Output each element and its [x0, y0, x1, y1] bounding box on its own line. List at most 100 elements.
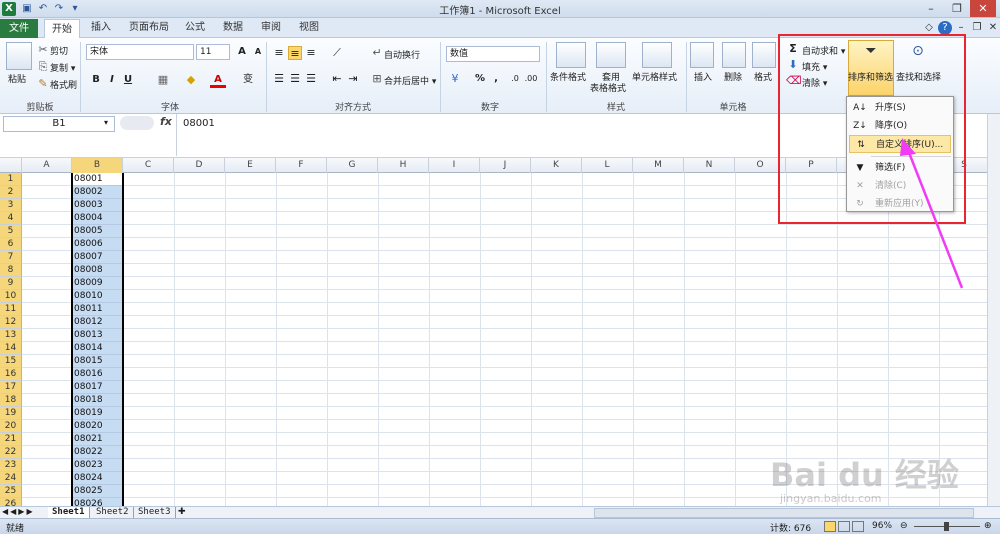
- merge-center-button[interactable]: 合并后居中 ▾: [384, 74, 436, 87]
- horizontal-scrollbar[interactable]: [594, 508, 974, 518]
- zoom-level[interactable]: 96%: [872, 521, 892, 531]
- paste-button[interactable]: 粘贴: [8, 72, 26, 85]
- cell-b5[interactable]: 08005: [72, 225, 123, 238]
- row-header[interactable]: 9: [0, 277, 22, 290]
- align-center-icon[interactable]: ☰: [288, 72, 302, 86]
- cell-b6[interactable]: 08006: [72, 238, 123, 251]
- delete-cells-icon[interactable]: [722, 42, 746, 68]
- row-header[interactable]: 4: [0, 212, 22, 225]
- row-header[interactable]: 2: [0, 186, 22, 199]
- vertical-scrollbar[interactable]: [987, 114, 1000, 506]
- column-header-g[interactable]: G: [327, 158, 378, 173]
- copy-button[interactable]: 复制 ▾: [50, 61, 75, 74]
- row-header[interactable]: 8: [0, 264, 22, 277]
- row-header[interactable]: 21: [0, 433, 22, 446]
- tab-review[interactable]: 审阅: [254, 18, 288, 38]
- cell-b22[interactable]: 08022: [72, 446, 123, 459]
- insert-cells-icon[interactable]: [690, 42, 714, 68]
- doc-close-icon[interactable]: ✕: [986, 21, 1000, 35]
- cell-b13[interactable]: 08013: [72, 329, 123, 342]
- cell-b4[interactable]: 08004: [72, 212, 123, 225]
- font-color-button[interactable]: A: [210, 72, 226, 88]
- cell-b11[interactable]: 08011: [72, 303, 123, 316]
- cell-b15[interactable]: 08015: [72, 355, 123, 368]
- increase-indent-icon[interactable]: ⇥: [346, 72, 360, 86]
- normal-view-icon[interactable]: [824, 521, 836, 532]
- align-bottom-icon[interactable]: ≡: [304, 46, 318, 60]
- column-header-j[interactable]: J: [480, 158, 531, 173]
- cell-b23[interactable]: 08023: [72, 459, 123, 472]
- insert-cells-button[interactable]: 插入: [694, 70, 712, 83]
- increase-decimal-icon[interactable]: .0: [508, 72, 522, 86]
- row-header[interactable]: 5: [0, 225, 22, 238]
- insert-function-button[interactable]: fx: [160, 115, 172, 128]
- cell-b19[interactable]: 08019: [72, 407, 123, 420]
- doc-minimize-icon[interactable]: –: [954, 21, 968, 35]
- column-header-n[interactable]: N: [684, 158, 735, 173]
- row-header[interactable]: 25: [0, 485, 22, 498]
- shrink-font-button[interactable]: A: [250, 44, 266, 60]
- column-header-f[interactable]: F: [276, 158, 327, 173]
- zoom-out-icon[interactable]: ⊖: [900, 521, 908, 531]
- cell-b10[interactable]: 08010: [72, 290, 123, 303]
- phonetic-button[interactable]: 变: [240, 72, 256, 88]
- row-header[interactable]: 6: [0, 238, 22, 251]
- row-header[interactable]: 15: [0, 355, 22, 368]
- row-header[interactable]: 26: [0, 498, 22, 506]
- tab-home[interactable]: 开始: [44, 19, 80, 39]
- column-header-e[interactable]: E: [225, 158, 276, 173]
- cell-b26[interactable]: 08026: [72, 498, 123, 506]
- format-cells-button[interactable]: 格式: [754, 70, 772, 83]
- cell-b18[interactable]: 08018: [72, 394, 123, 407]
- cell-b24[interactable]: 08024: [72, 472, 123, 485]
- paste-icon[interactable]: [6, 42, 32, 70]
- wrap-text-button[interactable]: 自动换行: [384, 48, 420, 61]
- underline-button[interactable]: U: [120, 72, 136, 88]
- cell-b21[interactable]: 08021: [72, 433, 123, 446]
- column-header-b[interactable]: B: [72, 158, 123, 173]
- cell-b20[interactable]: 08020: [72, 420, 123, 433]
- column-header-i[interactable]: I: [429, 158, 480, 173]
- format-cells-icon[interactable]: [752, 42, 776, 68]
- menu-sort-descending[interactable]: Z↓ 降序(O): [849, 117, 951, 135]
- format-table-label-2[interactable]: 表格格式: [590, 81, 626, 94]
- align-right-icon[interactable]: ☰: [304, 72, 318, 86]
- row-header[interactable]: 14: [0, 342, 22, 355]
- cell-b8[interactable]: 08008: [72, 264, 123, 277]
- currency-icon[interactable]: ¥: [448, 72, 462, 86]
- tab-formulas[interactable]: 公式: [178, 18, 212, 38]
- format-table-icon[interactable]: [596, 42, 626, 68]
- align-middle-icon[interactable]: ≡: [288, 46, 302, 60]
- row-header[interactable]: 24: [0, 472, 22, 485]
- percent-button[interactable]: %: [472, 71, 488, 87]
- row-header[interactable]: 19: [0, 407, 22, 420]
- cell-b25[interactable]: 08025: [72, 485, 123, 498]
- cell-styles-icon[interactable]: [642, 42, 672, 68]
- row-header[interactable]: 10: [0, 290, 22, 303]
- help-icon[interactable]: ?: [938, 21, 952, 35]
- menu-sort-ascending[interactable]: A↓ 升序(S): [849, 99, 951, 117]
- align-top-icon[interactable]: ≡: [272, 46, 286, 60]
- row-header[interactable]: 22: [0, 446, 22, 459]
- column-header-d[interactable]: D: [174, 158, 225, 173]
- tab-file[interactable]: 文件: [0, 19, 38, 38]
- fill-color-icon[interactable]: ◆: [184, 73, 198, 87]
- conditional-format-button[interactable]: 条件格式: [550, 70, 586, 83]
- formula-bar-resize-handle[interactable]: [120, 116, 154, 130]
- minimize-icon[interactable]: –: [918, 0, 944, 17]
- cell-b7[interactable]: 08007: [72, 251, 123, 264]
- row-header[interactable]: 20: [0, 420, 22, 433]
- row-header[interactable]: 17: [0, 381, 22, 394]
- grow-font-button[interactable]: A: [234, 44, 250, 60]
- name-box[interactable]: B1: [3, 116, 115, 132]
- conditional-format-icon[interactable]: [556, 42, 586, 68]
- align-left-icon[interactable]: ☰: [272, 72, 286, 86]
- decrease-decimal-icon[interactable]: .00: [524, 72, 538, 86]
- ribbon-collapse-icon[interactable]: ◇: [922, 21, 936, 35]
- row-header[interactable]: 13: [0, 329, 22, 342]
- cell-styles-button[interactable]: 单元格样式: [632, 70, 677, 83]
- tab-page-layout[interactable]: 页面布局: [124, 18, 174, 38]
- column-header-k[interactable]: K: [531, 158, 582, 173]
- delete-cells-button[interactable]: 删除: [724, 70, 742, 83]
- close-icon[interactable]: ✕: [970, 0, 996, 17]
